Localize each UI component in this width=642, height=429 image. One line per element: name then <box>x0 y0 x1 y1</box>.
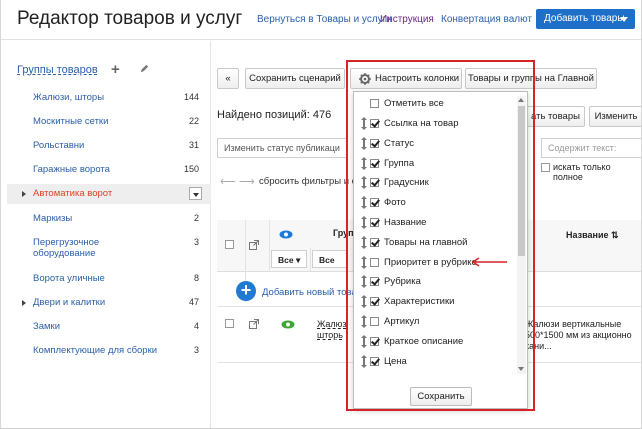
eye-icon <box>279 230 293 239</box>
instruction-link[interactable]: Инструкция <box>380 14 434 25</box>
row-checkbox[interactable] <box>225 319 234 328</box>
page-header: Редактор товаров и услуг Вернуться в Тов… <box>1 0 641 40</box>
add-goods-label: Добавить товары <box>544 13 625 24</box>
status-filter-select[interactable]: Все ▾ <box>271 250 307 268</box>
groups-heading[interactable]: Группы товаров <box>17 64 98 76</box>
change-button[interactable]: Изменить <box>589 106 641 127</box>
sidebar-item-gate-automation[interactable]: Автоматика ворот <box>7 184 211 204</box>
collapse-sidebar-button[interactable]: « <box>217 68 239 89</box>
expand-triangle-icon[interactable] <box>22 191 26 197</box>
app-window: Редактор товаров и услуг Вернуться в Тов… <box>0 0 642 429</box>
found-count: Найдено позиций: 476 <box>217 109 332 121</box>
external-link-icon <box>249 240 259 250</box>
external-link-icon[interactable] <box>249 319 259 329</box>
select-all-checkbox[interactable] <box>225 240 234 249</box>
back-to-goods-link[interactable]: Вернуться в Товары и услуги <box>257 14 392 25</box>
add-product-button[interactable]: + <box>236 281 256 301</box>
row-group-text[interactable]: Жалюз шторь <box>317 319 347 341</box>
expand-triangle-icon[interactable] <box>22 300 26 306</box>
highlight-box <box>346 60 535 411</box>
save-scenario-button[interactable]: Сохранить сценарий <box>245 68 345 89</box>
full-match-checkbox[interactable] <box>541 163 550 172</box>
caret-down-icon <box>620 17 628 22</box>
full-match-label: искать только полное <box>553 162 611 182</box>
group-filter-select[interactable]: Все <box>312 250 348 268</box>
row-name-text: Жалюзи вертикальные 500*1500 мм из акцион… <box>525 319 632 351</box>
undo-redo-icon[interactable]: ⟵ ⟶ <box>220 175 255 188</box>
eye-status-icon[interactable] <box>281 320 295 329</box>
pencil-icon[interactable] <box>139 63 150 74</box>
change-status-select[interactable]: Изменить статус публикаци <box>217 138 347 158</box>
sidebar: Группы товаров + Жалюзи, шторы 144 Моски… <box>7 41 211 428</box>
plus-icon[interactable]: + <box>111 61 120 78</box>
add-product-link[interactable]: Добавить новый това <box>262 287 357 298</box>
search-input[interactable]: Содержит текст: <box>541 138 641 158</box>
name-column-header[interactable]: Название ⇅ <box>566 230 619 241</box>
item-menu-dropdown[interactable] <box>189 187 202 200</box>
page-title: Редактор товаров и услуг <box>17 8 243 29</box>
add-goods-button[interactable]: Добавить товары <box>536 9 635 29</box>
currency-conversion-link[interactable]: Конвертация валют <box>441 14 532 25</box>
